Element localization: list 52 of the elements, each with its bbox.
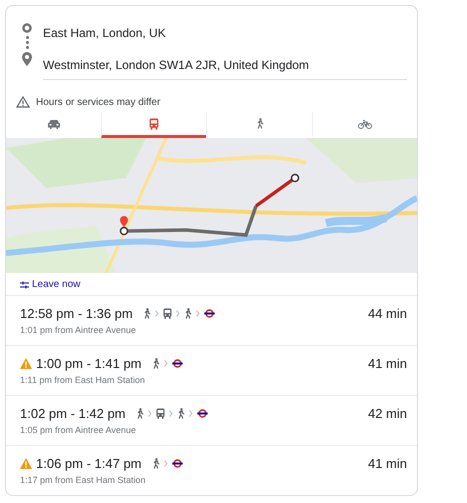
chevron-icon [164,460,168,467]
bus-icon [162,308,172,319]
transit-tab[interactable] [101,112,206,138]
chevron-icon [164,360,168,367]
underground-roundel-icon [204,309,215,318]
route-option[interactable]: 1:02 pm - 1:42 pm 1:05 pm from Aintree Avenue 42 min [6,395,417,445]
walking-person-icon [152,358,160,369]
underground-roundel-icon [196,409,208,418]
underground-roundel-icon [172,359,182,368]
sliders-icon [20,280,29,288]
chevron-icon [188,410,192,417]
chevron-icon [148,410,152,417]
destination-field[interactable]: Westminster, London SW1A 2JR, United Kingdom [43,50,407,80]
route-times: 12:58 pm - 1:36 pm [20,306,133,321]
warning-icon [20,458,32,469]
origin-icon [22,23,32,33]
notice-text: Hours or services may differ [36,96,160,108]
chevron-icon [154,310,159,317]
bus-icon [156,408,164,419]
leave-now-link[interactable]: Leave now [6,273,90,295]
route-option[interactable]: 1:00 pm - 1:41 pm 1:11 pm from East Ham Station 41 min [6,345,417,395]
walking-person-icon [136,408,144,419]
walking-person-icon [152,458,160,469]
departure-text: 1:11 pm from East Ham Station [20,375,146,385]
chevron-icon [196,310,200,317]
chevron-icon [168,410,172,417]
train-icon [149,118,159,130]
warning-icon [16,96,30,108]
chevron-icon [176,310,180,317]
bicycle-icon [358,118,372,128]
car-icon [46,118,60,128]
walking-person-icon [256,118,264,129]
route-dots-icon [26,36,28,49]
location-pin-icon [22,52,32,66]
route-times: 1:06 pm - 1:47 pm [36,456,142,471]
route-option[interactable]: 1:06 pm - 1:47 pm 1:17 pm from East Ham Station 41 min [6,445,417,495]
route-times: 1:00 pm - 1:41 pm [36,356,142,371]
underground-roundel-icon [172,459,182,468]
departure-text: 1:05 pm from Aintree Avenue [20,425,137,435]
route-times: 1:02 pm - 1:42 pm [20,406,126,421]
warning-icon [20,358,32,369]
route-option[interactable]: 12:58 pm - 1:36 pm 1:01 pm from Aintree Avenue 44 min [6,295,417,345]
departure-text: 1:01 pm from Aintree Avenue [20,325,137,335]
duration-text: 41 min [368,456,407,471]
walking-person-icon [184,308,192,319]
departure-text: 1:17 pm from East Ham Station [20,475,147,485]
walking-person-icon [142,308,151,319]
duration-text: 41 min [368,356,407,371]
origin-field[interactable]: East Ham, London, UK [43,18,407,48]
duration-text: 42 min [368,406,407,421]
duration-text: 44 min [368,306,407,321]
walking-person-icon [176,408,184,419]
